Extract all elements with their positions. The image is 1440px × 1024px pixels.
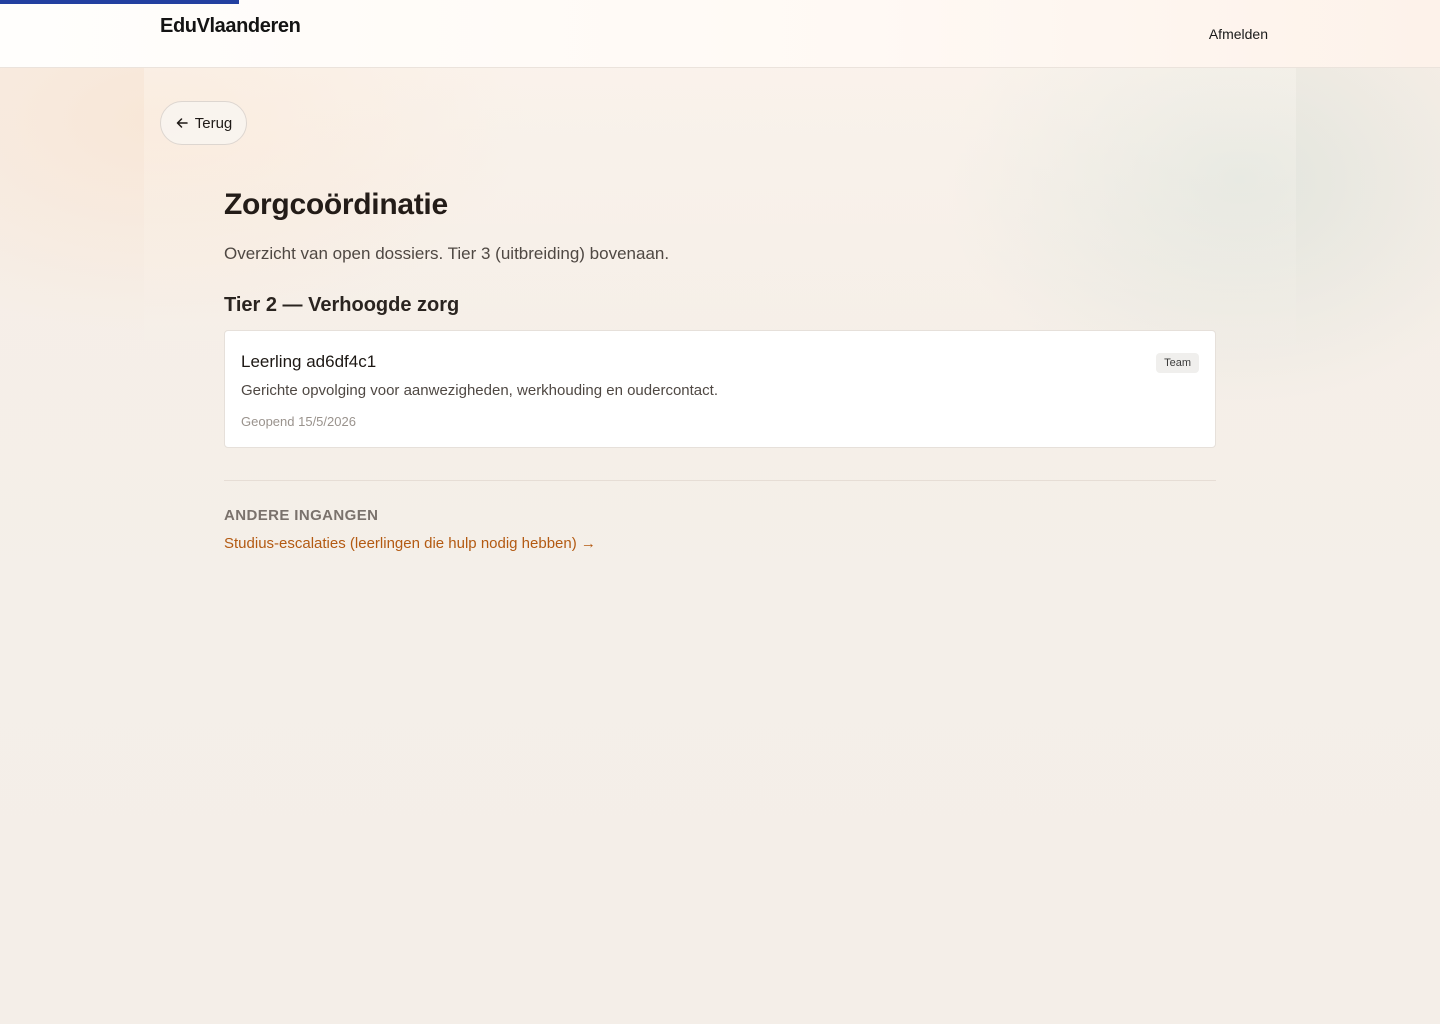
dossier-card-description: Gerichte opvolging voor aanwezigheden, w…	[241, 382, 718, 399]
page-title: Zorgcoördinatie	[224, 188, 448, 221]
arrow-left-icon	[175, 116, 189, 130]
brand-logo-text[interactable]: EduVlaanderen	[160, 15, 301, 38]
other-entries-heading: ANDERE INGANGEN	[224, 507, 379, 524]
logout-link[interactable]: Afmelden	[1209, 26, 1268, 42]
dossier-card[interactable]: Leerling ad6df4c1 Team Gerichte opvolgin…	[224, 330, 1216, 448]
main-content: Terug Zorgcoördinatie Overzicht van open…	[0, 68, 1440, 1024]
section-title-tier2: Tier 2 — Verhoogde zorg	[224, 294, 460, 316]
studius-escalations-link[interactable]: Studius-escalaties (leerlingen die hulp …	[224, 535, 596, 552]
dossier-opened-date: Geopend 15/5/2026	[241, 414, 356, 429]
back-button-label: Terug	[194, 114, 233, 132]
dossier-card-title: Leerling ad6df4c1	[241, 352, 377, 371]
section-divider	[224, 480, 1216, 481]
back-button[interactable]: Terug	[160, 101, 247, 145]
loading-progress-bar	[0, 0, 240, 4]
top-header: EduVlaanderen Afmelden	[0, 0, 1440, 68]
page-subtitle: Overzicht van open dossiers. Tier 3 (uit…	[224, 244, 670, 263]
dossier-team-badge: Team	[1156, 353, 1199, 373]
